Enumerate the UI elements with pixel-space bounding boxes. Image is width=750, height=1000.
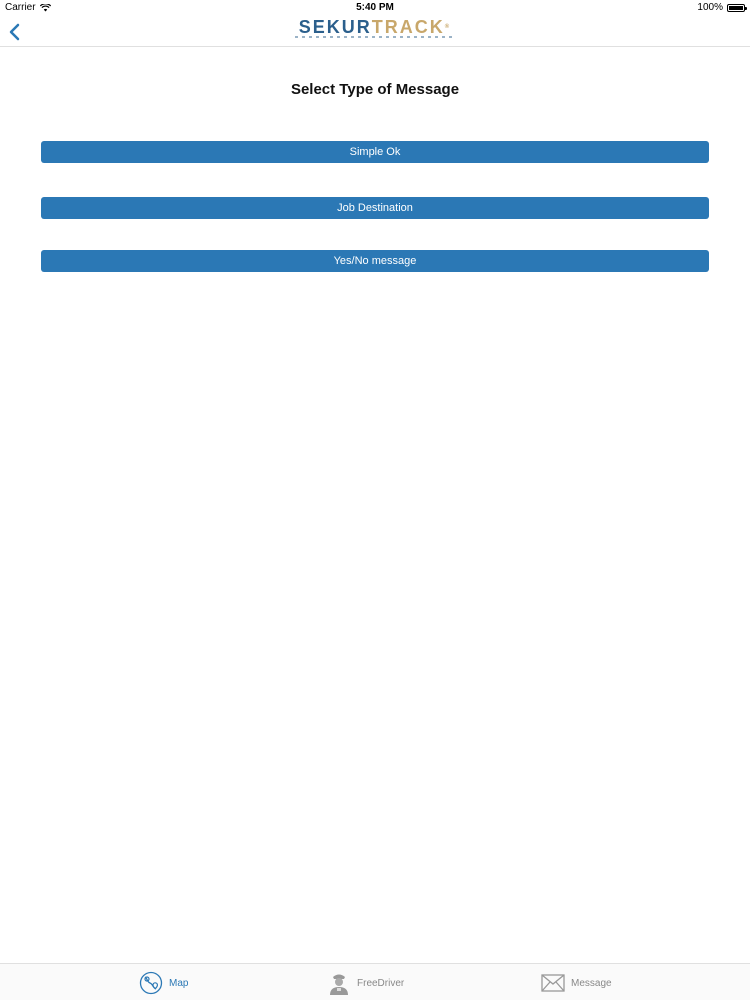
- page-title: Select Type of Message: [290, 81, 460, 98]
- logo-text-sekur: SEKUR: [298, 17, 372, 37]
- battery-fill: [729, 5, 743, 10]
- status-time: 5:40 PM: [356, 2, 394, 13]
- driver-icon: [330, 974, 348, 995]
- logo-registered-mark: ®: [444, 24, 452, 30]
- navigation-bar: SEKURTRACK®: [0, 16, 750, 47]
- tab-map-label: Map: [169, 977, 189, 989]
- yes-no-message-button[interactable]: Yes/No message: [41, 250, 709, 272]
- tab-freedriver-label: FreeDriver: [357, 977, 405, 989]
- map-icon: [139, 971, 163, 995]
- tab-freedriver[interactable]: FreeDriver: [327, 970, 404, 996]
- tab-bar: Map FreeDriver Message: [0, 963, 750, 1000]
- simple-ok-button[interactable]: Simple Ok: [41, 141, 709, 163]
- sekurtrack-logo: SEKURTRACK®: [0, 17, 750, 38]
- logo-text-track: TRACK: [371, 17, 445, 37]
- tab-message[interactable]: Message: [541, 970, 612, 996]
- battery-percent: 100%: [697, 2, 723, 13]
- status-bar: Carrier 5:40 PM 100%: [0, 0, 750, 16]
- tab-message-label: Message: [571, 977, 612, 989]
- screen: Carrier 5:40 PM 100% SEKURTRACK® Select …: [0, 0, 750, 1000]
- battery-icon: [727, 3, 747, 12]
- tab-map[interactable]: Map: [139, 970, 188, 996]
- envelope-icon: [541, 974, 565, 992]
- job-destination-button[interactable]: Job Destination: [41, 197, 709, 219]
- status-right: 100%: [697, 2, 747, 13]
